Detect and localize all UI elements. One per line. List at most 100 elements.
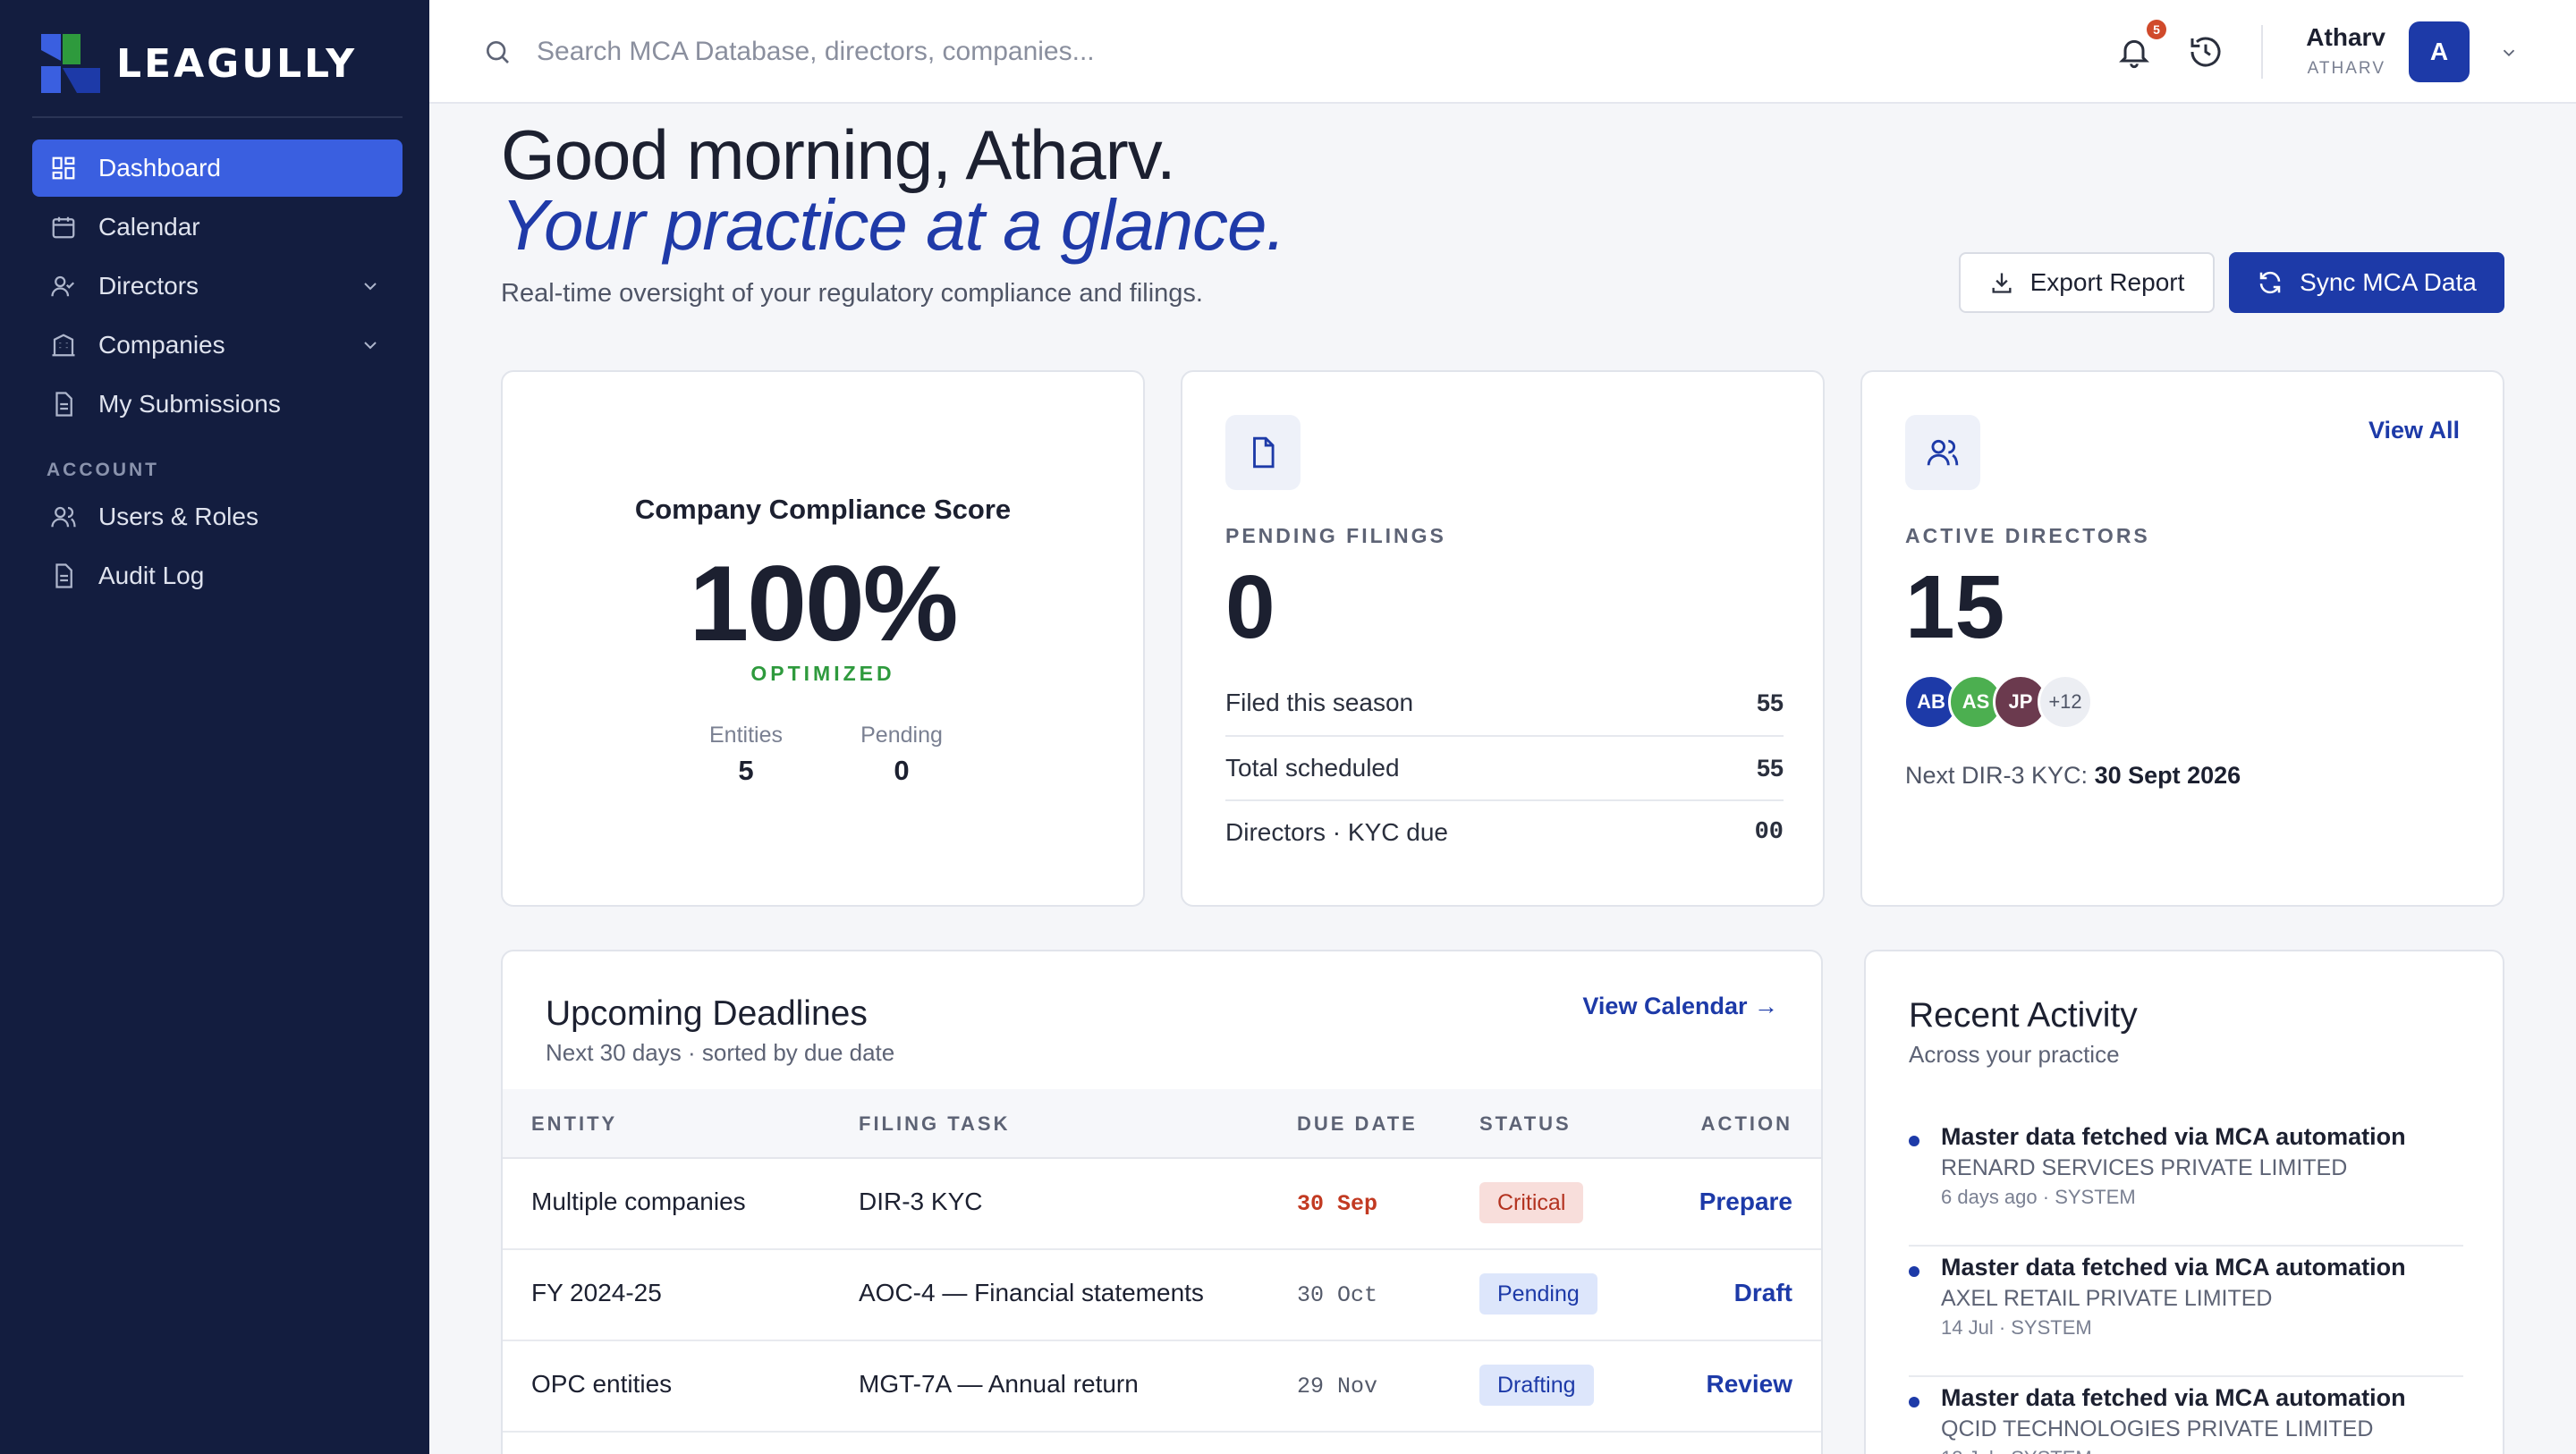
sidebar-item-calendar[interactable]: Calendar [32, 199, 402, 256]
sidebar: LEAGULLY Dashboard Calendar Directors Co… [0, 0, 429, 1454]
entities-label: Entities [709, 723, 783, 748]
user-role: ATHARV [2307, 59, 2385, 78]
dashboard-icon [50, 155, 77, 182]
view-calendar-link[interactable]: View Calendar → [1582, 993, 1778, 1020]
chevron-down-icon[interactable] [360, 275, 381, 297]
due-date-cell: 30 Sep [1297, 1191, 1378, 1217]
pending-value: 0 [894, 755, 910, 786]
active-directors-card: View All ACTIVE DIRECTORS 15 AB AS JP +1… [1860, 370, 2504, 907]
table-row: Multiple companies DIR-3 KYC 30 Sep Crit… [503, 1159, 1821, 1250]
entity-cell: Multiple companies [531, 1188, 746, 1215]
column-header-filing-task: FILING TASK [859, 1112, 1011, 1135]
activity-subtitle: Across your practice [1909, 1041, 2120, 1068]
sidebar-item-audit-log[interactable]: Audit Log [32, 547, 402, 604]
sidebar-item-label: Calendar [98, 213, 200, 241]
status-badge: Drafting [1479, 1365, 1594, 1406]
sidebar-item-my-submissions[interactable]: My Submissions [32, 376, 402, 433]
filing-stat-row: Filed this season 55 [1225, 671, 1784, 735]
activity-dot [1909, 1266, 1919, 1277]
sync-mca-label: Sync MCA Data [2300, 268, 2477, 296]
sidebar-divider [32, 116, 402, 118]
view-all-directors-link[interactable]: View All [2368, 417, 2460, 444]
activity-item-meta: 14 Jul · SYSTEM [1941, 1316, 2092, 1339]
activity-item-meta: 13 Jul · SYSTEM [1941, 1447, 2092, 1454]
activity-item[interactable]: Master data fetched via MCA automation R… [1909, 1116, 2463, 1247]
greeting-tagline: Your practice at a glance. [501, 185, 1286, 265]
sidebar-section-account: ACCOUNT [47, 460, 159, 480]
filing-task-cell: DIR-3 KYC [859, 1188, 983, 1215]
due-date-cell: 30 Oct [1297, 1282, 1378, 1308]
bell-icon[interactable] [2116, 34, 2152, 70]
review-action-link[interactable]: Review [1707, 1370, 1793, 1399]
chevron-down-icon[interactable] [360, 334, 381, 356]
sidebar-item-label: Dashboard [98, 154, 221, 182]
sidebar-item-label: Directors [98, 272, 199, 300]
chevron-down-icon[interactable] [2499, 43, 2519, 63]
compliance-score-title: Company Compliance Score [634, 494, 1012, 525]
entity-cell: OPC entities [531, 1370, 673, 1398]
next-kyc-label: Next DIR-3 KYC: [1905, 762, 2089, 789]
directors-icon [50, 273, 77, 300]
notification-badge: 5 [2147, 20, 2166, 39]
filing-stat-label: Total scheduled [1225, 754, 1400, 782]
activity-item[interactable]: Master data fetched via MCA automation A… [1909, 1247, 2463, 1377]
document-icon [50, 391, 77, 418]
file-icon [1225, 415, 1301, 490]
brand-name: LEAGULLY [116, 40, 358, 87]
avatar[interactable]: A [2409, 21, 2470, 82]
export-report-button[interactable]: Export Report [1959, 252, 2215, 313]
sidebar-item-companies[interactable]: Companies [32, 317, 402, 374]
search-icon [487, 41, 509, 63]
filing-stat-value: 55 [1756, 689, 1784, 716]
filing-stat-label: Directors · KYC due [1225, 818, 1448, 846]
building-icon [50, 332, 77, 359]
deadlines-title: Upcoming Deadlines [546, 994, 868, 1033]
greeting-subtitle: Real-time oversight of your regulatory c… [501, 279, 1203, 308]
activity-item[interactable]: Master data fetched via MCA automation Q… [1909, 1377, 2463, 1454]
activity-item-company: AXEL RETAIL PRIVATE LIMITED [1941, 1286, 2273, 1311]
download-icon [1992, 273, 2012, 293]
column-header-status: STATUS [1479, 1112, 1572, 1135]
users-icon [1905, 415, 1980, 490]
sidebar-item-dashboard[interactable]: Dashboard [32, 139, 402, 197]
activity-dot [1909, 1136, 1919, 1146]
column-header-action: ACTION [1700, 1112, 1792, 1135]
compliance-score-card: Company Compliance Score 100% OPTIMIZED … [501, 370, 1145, 907]
calendar-icon [50, 214, 77, 241]
due-date-cell: 29 Nov [1297, 1374, 1378, 1399]
history-icon[interactable] [2188, 34, 2224, 70]
sync-mca-button[interactable]: Sync MCA Data [2229, 252, 2504, 313]
pending-filings-card: PENDING FILINGS 0 Filed this season 55 T… [1181, 370, 1825, 907]
deadlines-subtitle: Next 30 days · sorted by due date [546, 1039, 895, 1066]
prepare-action-link[interactable]: Prepare [1699, 1188, 1792, 1216]
table-row: FY 2024-25 AOC-4 — Financial statements … [503, 1250, 1821, 1341]
pending-filings-label: PENDING FILINGS [1225, 524, 1446, 547]
more-directors-badge[interactable]: +12 [2038, 674, 2093, 730]
sidebar-item-label: Audit Log [98, 562, 205, 589]
entity-cell: FY 2024-25 [531, 1279, 662, 1306]
filing-stat-value: 00 [1754, 819, 1784, 846]
export-report-label: Export Report [2029, 268, 2185, 296]
active-directors-value: 15 [1905, 557, 2005, 657]
table-row: OPC entities MGT-7A — Annual return 29 N… [503, 1341, 1821, 1433]
user-name[interactable]: Atharv [2306, 23, 2385, 52]
pending-filings-value: 0 [1225, 557, 1275, 657]
search-input[interactable] [537, 29, 1431, 75]
recent-activity-card: Recent Activity Across your practice Mas… [1864, 950, 2504, 1454]
table-header: ENTITY FILING TASK DUE DATE STATUS ACTIO… [503, 1089, 1821, 1159]
activity-item-title: Master data fetched via MCA automation [1941, 1254, 2406, 1281]
activity-item-title: Master data fetched via MCA automation [1941, 1123, 2406, 1150]
sidebar-item-users-roles[interactable]: Users & Roles [32, 488, 402, 545]
next-kyc-date: 30 Sept 2026 [2094, 762, 2241, 789]
compliance-state: OPTIMIZED [750, 662, 895, 685]
top-header: 5 Atharv ATHARV A [429, 0, 2576, 104]
draft-action-link[interactable]: Draft [1734, 1279, 1792, 1307]
next-kyc-line: Next DIR-3 KYC: 30 Sept 2026 [1905, 762, 2241, 790]
sidebar-item-directors[interactable]: Directors [32, 258, 402, 315]
brand-logo[interactable]: LEAGULLY [41, 34, 357, 93]
document-icon [50, 562, 77, 589]
sidebar-item-label: Users & Roles [98, 503, 258, 530]
activity-dot [1909, 1397, 1919, 1408]
activity-item-company: RENARD SERVICES PRIVATE LIMITED [1941, 1155, 2348, 1180]
compliance-score-value: 100% [689, 544, 959, 664]
